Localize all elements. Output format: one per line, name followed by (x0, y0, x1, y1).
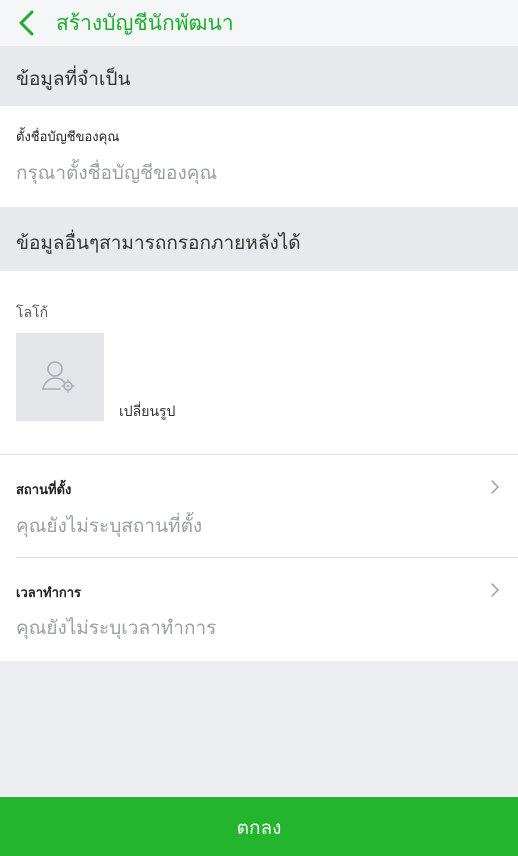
change-photo-link[interactable]: เปลี่ยนรูป (119, 401, 175, 423)
account-name-label: ตั้งชื่อบัญชีของคุณ (16, 130, 120, 145)
business-hours-value: คุณยังไม่ระบุเวลาทำการ (16, 617, 217, 639)
ok-button-label: ตกลง (236, 817, 282, 839)
business-hours-label: เวลาทำการ (16, 586, 82, 601)
logo-image-button[interactable] (16, 333, 104, 421)
optional-info-block: โลโก้ เปลี่ยนรูป สถานที่ตั้ง คุณยังไม่ระ… (0, 271, 518, 661)
location-label: สถานที่ตั้ง (16, 483, 72, 498)
account-name-input[interactable]: กรุณาตั้งชื่อบัญชีของคุณ (16, 158, 217, 188)
back-button[interactable] (12, 6, 42, 40)
logo-label: โลโก้ (16, 305, 49, 321)
user-settings-icon (42, 361, 75, 393)
page-title: สร้างบัญชีนักพัฒนา (56, 11, 234, 35)
chevron-left-icon[interactable] (12, 6, 42, 40)
chevron-right-icon (491, 480, 499, 494)
section-title-optional: ข้อมูลอื่นๆสามารถกรอกภายหลังได้ (16, 232, 301, 254)
location-value: คุณยังไม่ระบุสถานที่ตั้ง (16, 515, 203, 537)
account-name-block: ตั้งชื่อบัญชีของคุณ กรุณาตั้งชื่อบัญชีขอ… (0, 106, 518, 207)
section-header-optional: ข้อมูลอื่นๆสามารถกรอกภายหลังได้ (0, 207, 518, 271)
ok-button[interactable]: ตกลง (0, 797, 518, 856)
business-hours-row[interactable]: เวลาทำการ คุณยังไม่ระบุเวลาทำการ (0, 558, 518, 661)
page: สร้างบัญชีนักพัฒนา ข้อมูลที่จำเป็น ตั้งช… (0, 0, 518, 856)
section-title-required: ข้อมูลที่จำเป็น (16, 68, 131, 90)
app-header: สร้างบัญชีนักพัฒนา (0, 0, 518, 46)
chevron-right-icon (491, 583, 499, 597)
location-row[interactable]: สถานที่ตั้ง คุณยังไม่ระบุสถานที่ตั้ง (0, 455, 518, 557)
section-header-required: ข้อมูลที่จำเป็น (0, 46, 518, 106)
